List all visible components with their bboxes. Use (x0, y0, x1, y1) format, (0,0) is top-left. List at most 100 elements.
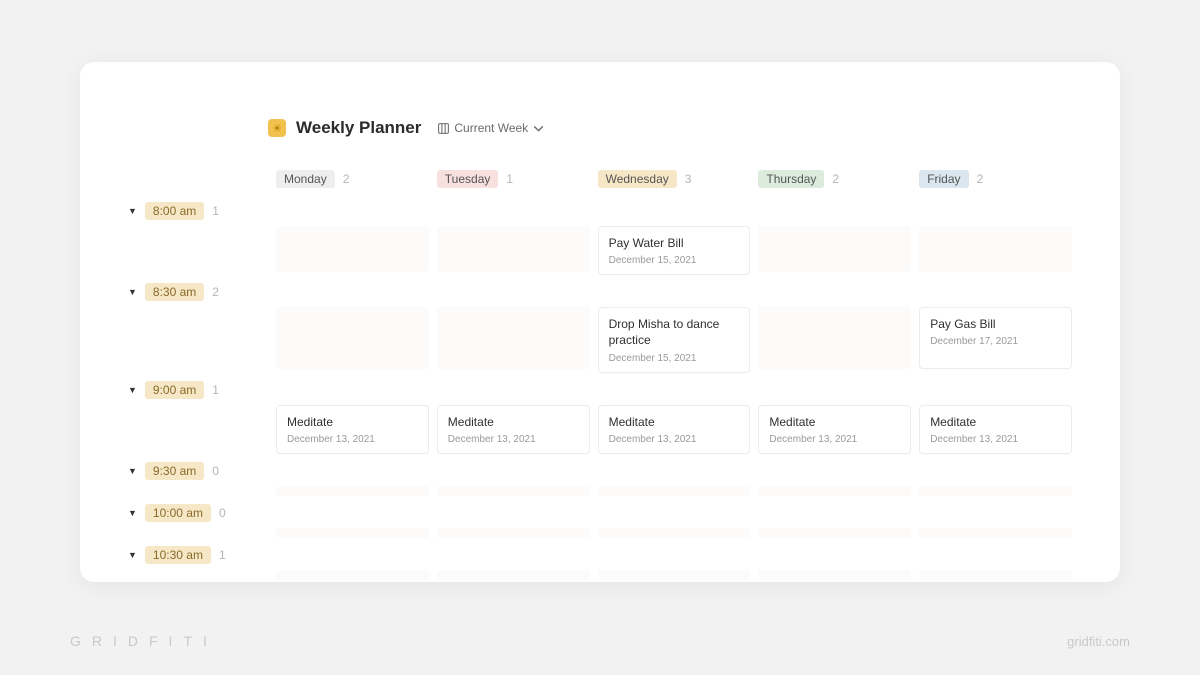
time-row: ▼ 10:30 am 1 (128, 546, 1072, 580)
entry-date: December 15, 2021 (609, 353, 740, 364)
empty-cell[interactable] (919, 528, 1072, 538)
day-count: 2 (343, 172, 350, 186)
day-count: 2 (977, 172, 984, 186)
caret-down-icon: ▼ (128, 287, 137, 297)
empty-cell[interactable] (276, 307, 429, 369)
time-count: 2 (212, 285, 219, 299)
day-head-friday[interactable]: Friday 2 (919, 170, 1072, 188)
cell (437, 307, 590, 372)
view-switch[interactable]: Current Week (437, 121, 545, 135)
empty-cell[interactable] (758, 570, 911, 580)
day-head-wednesday[interactable]: Wednesday 3 (598, 170, 751, 188)
calendar-entry[interactable]: MeditateDecember 13, 2021 (758, 405, 911, 454)
time-grid: Meditate December 13, 2021 Meditate Decembe… (128, 405, 1072, 454)
sun-icon: ☀ (268, 119, 286, 137)
day-head-monday[interactable]: Monday 2 (276, 170, 429, 188)
empty-cell[interactable] (598, 486, 751, 496)
cell (276, 528, 429, 538)
day-label: Wednesday (598, 170, 677, 188)
time-count: 1 (212, 383, 219, 397)
cell: MeditateDecember 13, 2021 (598, 405, 751, 454)
empty-cell[interactable] (758, 226, 911, 272)
cell (919, 528, 1072, 538)
empty-cell[interactable] (437, 570, 590, 580)
cell (437, 226, 590, 275)
time-group-toggle[interactable]: ▼9:00 am1 (128, 381, 1072, 399)
entry-date: December 13, 2021 (930, 434, 1061, 445)
day-label: Friday (919, 170, 968, 188)
empty-cell[interactable] (437, 307, 590, 369)
time-count: 1 (212, 204, 219, 218)
cell (276, 570, 429, 580)
brand-watermark-left: GRIDFITI (70, 633, 218, 649)
day-label: Monday (276, 170, 335, 188)
time-grid: Pay Water BillDecember 15, 2021 (128, 226, 1072, 275)
time-group-toggle[interactable]: ▼ 10:30 am 1 (128, 546, 1072, 564)
entry-title: Meditate (930, 414, 1061, 430)
entry-date: December 13, 2021 (609, 434, 740, 445)
calendar-entry[interactable]: Meditate December 13, 2021 (919, 405, 1072, 454)
caret-down-icon: ▼ (128, 385, 137, 395)
entry-title: Pay Gas Bill (930, 316, 1061, 332)
calendar-entry[interactable]: MeditateDecember 13, 2021 (437, 405, 590, 454)
time-label: 8:00 am (145, 202, 204, 220)
day-head-thursday[interactable]: Thursday 2 (758, 170, 911, 188)
time-group-toggle[interactable]: ▼ 8:00 am 1 (128, 202, 1072, 220)
empty-cell[interactable] (437, 226, 590, 272)
time-row: ▼10:00 am0 (128, 504, 1072, 538)
caret-down-icon: ▼ (128, 206, 137, 216)
caret-down-icon: ▼ (128, 550, 137, 560)
empty-cell[interactable] (276, 528, 429, 538)
empty-cell[interactable] (437, 486, 590, 496)
cell (437, 528, 590, 538)
time-label: 9:30 am (145, 462, 204, 480)
day-head-tuesday[interactable]: Tuesday 1 (437, 170, 590, 188)
time-group-toggle[interactable]: ▼10:00 am0 (128, 504, 1072, 522)
time-count: 0 (212, 464, 219, 478)
empty-cell[interactable] (919, 486, 1072, 496)
day-count: 3 (685, 172, 692, 186)
entry-date: December 15, 2021 (609, 255, 740, 266)
empty-cell[interactable] (598, 570, 751, 580)
empty-cell[interactable] (276, 570, 429, 580)
time-group-toggle[interactable]: ▼ 8:30 am 2 (128, 283, 1072, 301)
entry-date: December 13, 2021 (287, 434, 418, 445)
cell (276, 307, 429, 372)
page-title: Weekly Planner (296, 118, 421, 138)
cell (758, 486, 911, 496)
time-group-toggle[interactable]: ▼9:30 am0 (128, 462, 1072, 480)
calendar-entry[interactable]: Meditate December 13, 2021 (276, 405, 429, 454)
time-grid (128, 570, 1072, 580)
time-grid (128, 486, 1072, 496)
entry-date: December 13, 2021 (769, 434, 900, 445)
time-label: 8:30 am (145, 283, 204, 301)
cell: Meditate December 13, 2021 (919, 405, 1072, 454)
empty-cell[interactable] (758, 486, 911, 496)
entry-title: Meditate (287, 414, 418, 430)
empty-cell[interactable] (598, 528, 751, 538)
empty-cell[interactable] (758, 528, 911, 538)
calendar-entry[interactable]: Pay Gas BillDecember 17, 2021 (919, 307, 1072, 369)
empty-cell[interactable] (437, 528, 590, 538)
time-count: 1 (219, 548, 226, 562)
calendar-entry[interactable]: Drop Misha to dance practiceDecember 15,… (598, 307, 751, 372)
time-row: ▼ 8:30 am 2 Drop Misha to dance practiceDec… (128, 283, 1072, 372)
calendar-entry[interactable]: MeditateDecember 13, 2021 (598, 405, 751, 454)
calendar-entry[interactable]: Pay Water BillDecember 15, 2021 (598, 226, 751, 275)
chevron-down-icon (532, 122, 545, 135)
empty-cell[interactable] (919, 226, 1072, 272)
cell (276, 226, 429, 275)
entry-date: December 13, 2021 (448, 434, 579, 445)
cell (919, 570, 1072, 580)
time-label: 10:30 am (145, 546, 211, 564)
cell (437, 570, 590, 580)
cell (437, 486, 590, 496)
caret-down-icon: ▼ (128, 508, 137, 518)
empty-cell[interactable] (276, 486, 429, 496)
day-label: Thursday (758, 170, 824, 188)
empty-cell[interactable] (276, 226, 429, 272)
empty-cell[interactable] (758, 307, 911, 369)
empty-cell[interactable] (919, 570, 1072, 580)
cell: Meditate December 13, 2021 (276, 405, 429, 454)
board-icon (437, 122, 450, 135)
